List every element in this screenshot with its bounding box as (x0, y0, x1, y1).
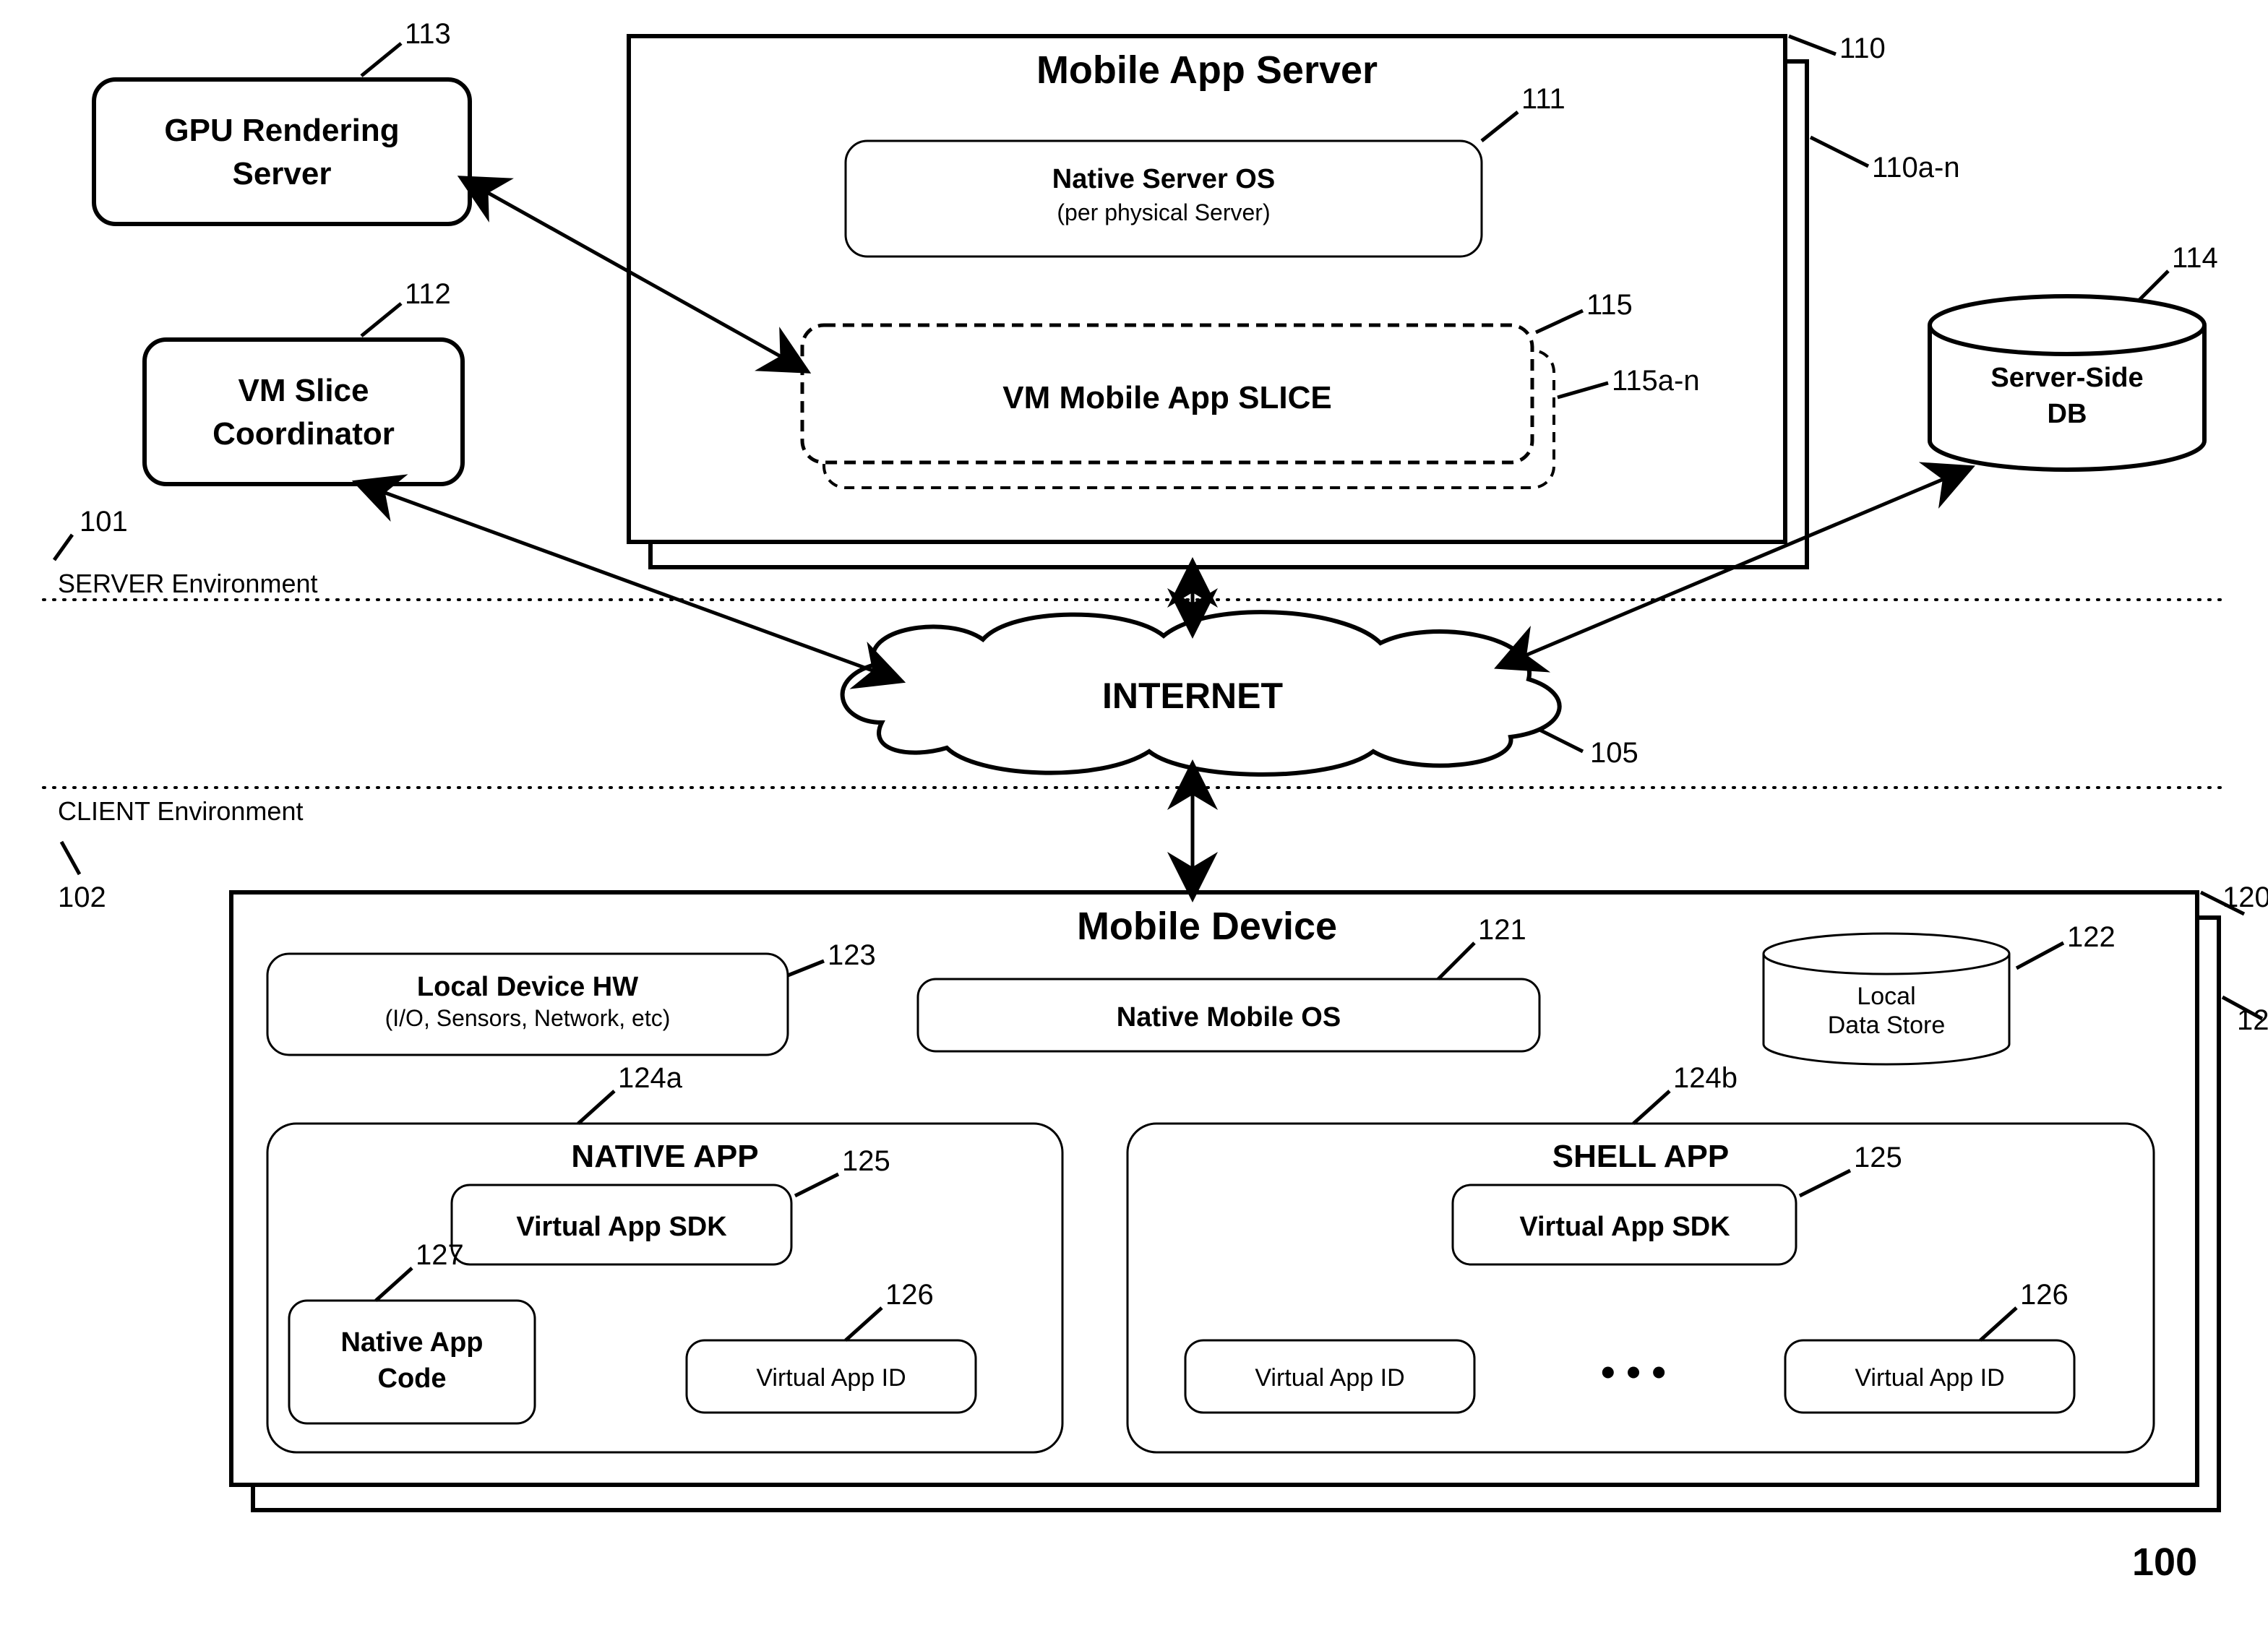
na-sdk-title: Virtual App SDK (516, 1212, 727, 1242)
server-env-label: SERVER Environment (58, 569, 318, 598)
gpu-title-1: GPU Rendering (164, 113, 399, 148)
ref-110an: 110a-n (1872, 152, 1960, 184)
lead-105 (1539, 730, 1583, 751)
cloud-label: INTERNET (1102, 676, 1283, 716)
ref-115an: 115a-n (1612, 365, 1700, 397)
ref-121: 121 (1478, 914, 1526, 946)
sdb-t1: Server-Side (1990, 363, 2143, 393)
local-hw-box (267, 954, 788, 1055)
sa-vaid1-title: Virtual App ID (1255, 1364, 1404, 1392)
na-vaid-title: Virtual App ID (756, 1364, 906, 1392)
ldb-t1: Local (1857, 983, 1915, 1010)
ref-124b: 124b (1673, 1062, 1737, 1094)
gpu-rendering-server-box: GPU Rendering Server 113 (94, 18, 470, 224)
ref-111: 111 (1521, 83, 1565, 115)
lead-gpu (361, 43, 401, 76)
ref-123: 123 (828, 939, 876, 971)
mas-title: Mobile App Server (1036, 48, 1378, 92)
server-side-db: Server-Side DB 114 (1930, 242, 2218, 470)
figure-number: 100 (2132, 1540, 2197, 1584)
sa-vaid2-title: Virtual App ID (1855, 1364, 2004, 1392)
ref-na-125: 125 (842, 1145, 890, 1177)
sa-title: SHELL APP (1552, 1139, 1730, 1174)
nac-t1: Native App (340, 1327, 483, 1358)
gpu-title-2: Server (232, 156, 331, 191)
ref-112: 112 (405, 278, 451, 310)
ref-127: 127 (416, 1239, 464, 1271)
sdb-t2: DB (2048, 399, 2087, 429)
lead-114 (2139, 271, 2168, 300)
native-server-os-box (846, 141, 1482, 257)
ref-101: 101 (80, 506, 128, 538)
native-app-code-box (289, 1301, 535, 1423)
ref-105: 105 (1590, 737, 1638, 769)
ref-sa-126: 126 (2020, 1279, 2069, 1311)
client-env-label: CLIENT Environment (58, 796, 303, 826)
lead-110an (1810, 137, 1868, 166)
vm-slice-title: VM Mobile App SLICE (1002, 380, 1331, 415)
ref-113: 113 (405, 18, 451, 50)
nos-sub: (per physical Server) (1057, 199, 1270, 225)
lead-110 (1789, 36, 1836, 54)
vmc-title-2: Coordinator (212, 416, 395, 452)
architecture-diagram: SERVER Environment 101 CLIENT Environmen… (0, 0, 2268, 1625)
lead-server-env (54, 535, 72, 560)
ref-124a: 124a (618, 1062, 683, 1094)
hw-sub: (I/O, Sensors, Network, etc) (385, 1005, 671, 1031)
vm-slice-coordinator-box: VM Slice Coordinator 112 (145, 278, 463, 484)
mobile-app-server-stack: Mobile App Server 110 110a-n Native Serv… (629, 33, 1960, 567)
ref-122: 122 (2067, 921, 2115, 953)
lead-vmc (361, 303, 401, 336)
hw-title: Local Device HW (417, 972, 638, 1002)
lead-client-env (61, 842, 80, 874)
db-top (1930, 296, 2204, 354)
ref-sa-125: 125 (1854, 1142, 1902, 1173)
mobile-device-stack: Mobile Device 120 120a-n Local Device HW… (231, 882, 2268, 1510)
ellipsis-icon: • • • (1601, 1349, 1666, 1395)
ldb-t2: Data Store (1828, 1012, 1946, 1039)
na-title: NATIVE APP (571, 1139, 758, 1174)
ref-110: 110 (1839, 33, 1886, 64)
vmc-title-1: VM Slice (239, 373, 369, 408)
ref-115: 115 (1586, 289, 1633, 321)
ref-102: 102 (58, 882, 106, 913)
nos-title: Native Server OS (1052, 164, 1275, 194)
nac-t2: Code (378, 1363, 447, 1394)
md-title: Mobile Device (1077, 905, 1337, 948)
ref-120an: 120a-n (2237, 1004, 2268, 1036)
ref-114: 114 (2172, 242, 2218, 274)
ref-na-126: 126 (885, 1279, 934, 1311)
sa-sdk-title: Virtual App SDK (1519, 1212, 1730, 1242)
internet-cloud: INTERNET 105 (843, 612, 1638, 775)
mos-title: Native Mobile OS (1117, 1002, 1341, 1033)
ref-120: 120 (2222, 882, 2268, 913)
